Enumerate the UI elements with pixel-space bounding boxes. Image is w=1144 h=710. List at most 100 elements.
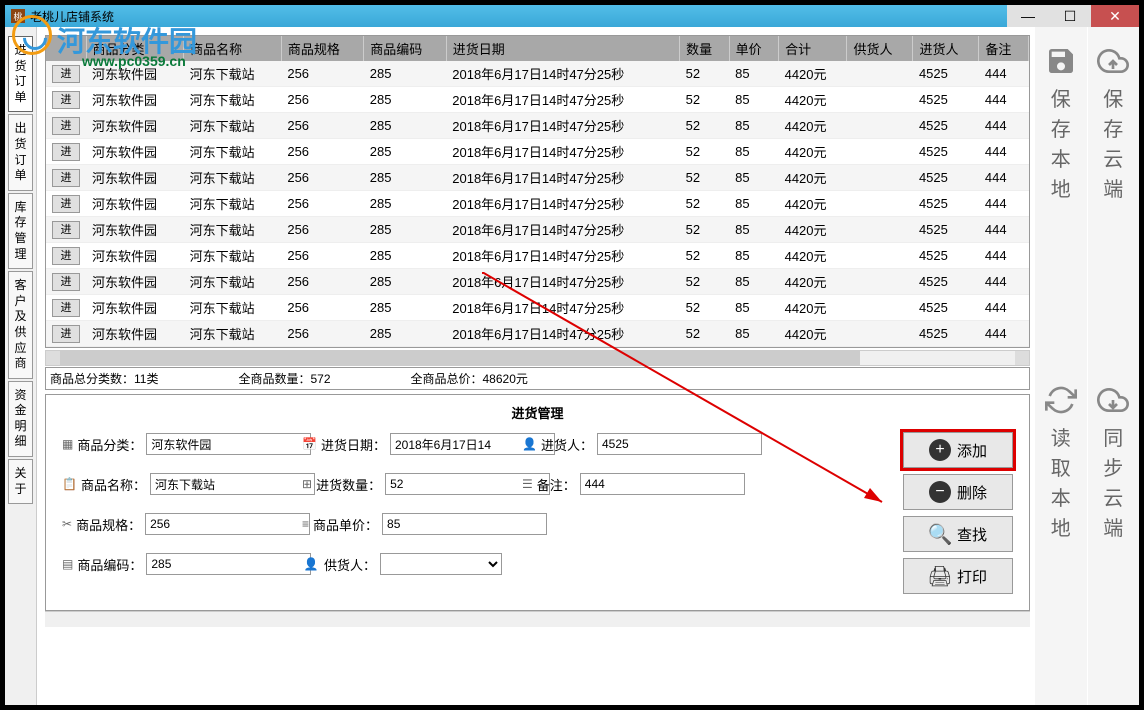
row-action-button[interactable]: 进 <box>52 299 80 317</box>
table-cell: 4525 <box>913 87 979 113</box>
window-title: 老桃儿店铺系统 <box>30 8 1007 25</box>
table-cell: 4525 <box>913 295 979 321</box>
search-button[interactable]: 🔍 查找 <box>903 516 1013 552</box>
table-row[interactable]: 进河东软件园河东下载站2562852018年6月17日14时47分25秒5285… <box>46 321 1029 347</box>
row-action-button[interactable]: 进 <box>52 169 80 187</box>
price-label: 商品单价： <box>313 515 378 534</box>
table-cell <box>847 113 913 139</box>
table-row[interactable]: 进河东软件园河东下载站2562852018年6月17日14时47分25秒5285… <box>46 191 1029 217</box>
form-title: 进货管理 <box>62 403 1013 422</box>
row-action-button[interactable]: 进 <box>52 143 80 161</box>
row-action-button[interactable]: 进 <box>52 91 80 109</box>
table-cell: 4525 <box>913 165 979 191</box>
table-header[interactable]: 进货人 <box>913 36 979 61</box>
refresh-icon <box>1045 384 1077 416</box>
close-button[interactable]: ✕ <box>1091 5 1139 27</box>
table-header[interactable] <box>46 36 86 61</box>
titlebar: 桃 老桃儿店铺系统 — ☐ ✕ <box>5 5 1139 27</box>
minimize-button[interactable]: — <box>1007 5 1049 27</box>
table-cell: 85 <box>729 295 778 321</box>
table-row[interactable]: 进河东软件园河东下载站2562852018年6月17日14时47分25秒5285… <box>46 113 1029 139</box>
add-button[interactable]: + 添加 <box>903 432 1013 468</box>
category-input[interactable] <box>146 433 311 455</box>
table-cell: 256 <box>281 61 363 87</box>
supplier-icon: 👤 <box>302 555 320 573</box>
delete-button[interactable]: − 删除 <box>903 474 1013 510</box>
table-cell <box>847 165 913 191</box>
date-label: 进货日期： <box>321 435 386 454</box>
nav-item[interactable]: 关于 <box>8 459 33 504</box>
spec-input[interactable] <box>145 513 310 535</box>
table-row[interactable]: 进河东软件园河东下载站2562852018年6月17日14时47分25秒5285… <box>46 269 1029 295</box>
table-row[interactable]: 进河东软件园河东下载站2562852018年6月17日14时47分25秒5285… <box>46 243 1029 269</box>
print-icon: 🖨 <box>929 565 951 587</box>
table-header[interactable]: 备注 <box>979 36 1029 61</box>
table-cell: 4420元 <box>779 295 847 321</box>
maximize-button[interactable]: ☐ <box>1049 5 1091 27</box>
nav-item[interactable]: 出货订单 <box>8 114 33 190</box>
table-cell: 85 <box>729 61 778 87</box>
row-action-button[interactable]: 进 <box>52 221 80 239</box>
form-panel: 进货管理 ▦ 商品分类： 📅 进货日期： <box>45 394 1030 611</box>
table-row[interactable]: 进河东软件园河东下载站2562852018年6月17日14时47分25秒5285… <box>46 139 1029 165</box>
row-action-button[interactable]: 进 <box>52 273 80 291</box>
table-header[interactable]: 商品编码 <box>364 36 446 61</box>
table-header[interactable]: 单价 <box>729 36 778 61</box>
nav-item[interactable]: 进货订单 <box>8 36 33 112</box>
stats-categories: 商品总分类数：11类 <box>50 370 158 387</box>
table-cell: 85 <box>729 191 778 217</box>
row-action-button[interactable]: 进 <box>52 247 80 265</box>
person-icon: 👤 <box>522 435 537 453</box>
table-cell: 河东软件园 <box>86 217 184 243</box>
supplier-select[interactable] <box>380 553 502 575</box>
horizontal-scrollbar[interactable] <box>45 350 1030 366</box>
save-local-button[interactable]: 保存本地 <box>1034 27 1087 366</box>
table-cell <box>847 87 913 113</box>
table-row[interactable]: 进河东软件园河东下载站2562852018年6月17日14时47分25秒5285… <box>46 61 1029 87</box>
table-header[interactable]: 进货日期 <box>446 36 679 61</box>
row-action-button[interactable]: 进 <box>52 195 80 213</box>
table-header[interactable]: 商品分类 <box>86 36 184 61</box>
nav-item[interactable]: 资金明细 <box>8 381 33 457</box>
remark-label: 备注： <box>537 475 576 494</box>
table-header[interactable]: 商品名称 <box>184 36 282 61</box>
table-cell: 256 <box>281 87 363 113</box>
buyer-input[interactable] <box>597 433 762 455</box>
table-row[interactable]: 进河东软件园河东下载站2562852018年6月17日14时47分25秒5285… <box>46 295 1029 321</box>
table-row[interactable]: 进河东软件园河东下载站2562852018年6月17日14时47分25秒5285… <box>46 87 1029 113</box>
bottom-scrollbar[interactable] <box>45 611 1030 627</box>
table-cell: 444 <box>979 191 1029 217</box>
table-header[interactable]: 商品规格 <box>281 36 363 61</box>
right-panel: 保存本地 保存云端 读取本地 <box>1034 27 1139 705</box>
remark-input[interactable] <box>580 473 745 495</box>
table-cell: 河东软件园 <box>86 295 184 321</box>
row-action-button[interactable]: 进 <box>52 117 80 135</box>
table-cell: 4525 <box>913 113 979 139</box>
table-header[interactable]: 供货人 <box>847 36 913 61</box>
table-row[interactable]: 进河东软件园河东下载站2562852018年6月17日14时47分25秒5285… <box>46 217 1029 243</box>
row-action-button[interactable]: 进 <box>52 325 80 343</box>
table-header[interactable]: 合计 <box>779 36 847 61</box>
table-cell: 444 <box>979 243 1029 269</box>
table-cell <box>847 191 913 217</box>
save-cloud-button[interactable]: 保存云端 <box>1087 27 1140 366</box>
read-local-button[interactable]: 读取本地 <box>1034 366 1087 705</box>
nav-item[interactable]: 客户及供应商 <box>8 271 33 379</box>
code-icon: ▤ <box>62 555 73 573</box>
print-button[interactable]: 🖨 打印 <box>903 558 1013 594</box>
table-header[interactable]: 数量 <box>680 36 729 61</box>
table-cell <box>847 139 913 165</box>
name-input[interactable] <box>150 473 315 495</box>
table-cell: 2018年6月17日14时47分25秒 <box>446 243 679 269</box>
stats-count: 全商品数量：572 <box>238 370 330 387</box>
nav-item[interactable]: 库存管理 <box>8 193 33 269</box>
table-cell: 444 <box>979 295 1029 321</box>
row-action-button[interactable]: 进 <box>52 65 80 83</box>
table-cell: 52 <box>680 165 729 191</box>
table-cell: 河东下载站 <box>184 269 282 295</box>
code-input[interactable] <box>146 553 311 575</box>
sync-cloud-button[interactable]: 同步云端 <box>1087 366 1140 705</box>
table-cell: 52 <box>680 113 729 139</box>
table-cell: 4420元 <box>779 191 847 217</box>
table-row[interactable]: 进河东软件园河东下载站2562852018年6月17日14时47分25秒5285… <box>46 165 1029 191</box>
